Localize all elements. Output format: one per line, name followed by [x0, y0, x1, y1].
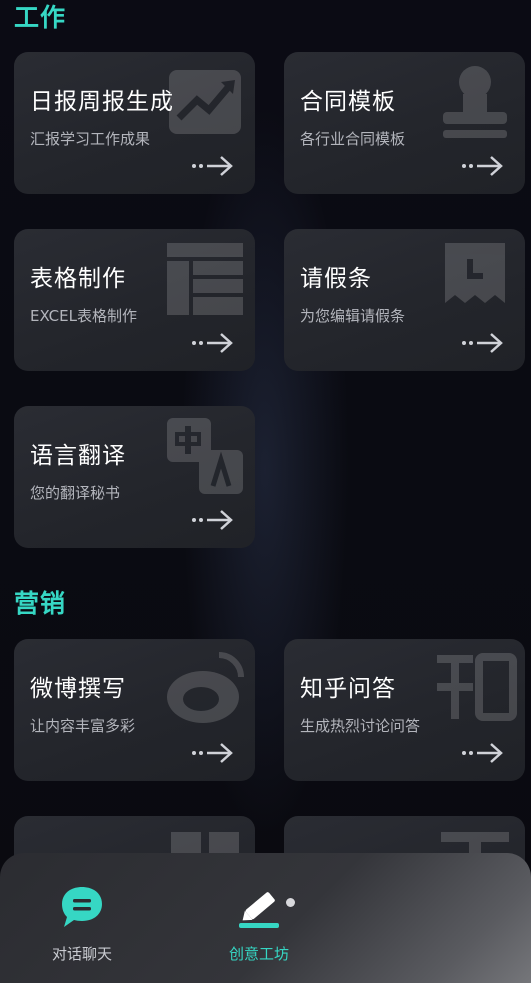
- creative-workshop-screen: 工作 日报周报生成 汇报学习工作成果 合同模板 各行业合同模板 表格制作 EXC…: [0, 0, 531, 983]
- card-title: 知乎问答: [300, 676, 396, 702]
- card-language-translation[interactable]: 语言翻译 您的翻译秘书: [14, 406, 255, 548]
- card-title: 表格制作: [30, 266, 126, 292]
- arrow-right-icon: [462, 333, 503, 353]
- card-subtitle: 汇报学习工作成果: [30, 130, 151, 148]
- zhihu-icon: [437, 653, 517, 721]
- tab-chat[interactable]: 对话聊天: [2, 853, 162, 983]
- card-subtitle: 让内容丰富多彩: [30, 717, 136, 735]
- card-leave-request[interactable]: 请假条 为您编辑请假条: [284, 229, 525, 371]
- arrow-right-icon: [192, 743, 233, 763]
- arrow-right-icon: [192, 510, 233, 530]
- arrow-right-icon: [192, 156, 233, 176]
- card-title: 微博撰写: [30, 676, 126, 702]
- calendar-note-icon: [445, 243, 505, 303]
- card-weibo-writing[interactable]: 微博撰写 让内容丰富多彩: [14, 639, 255, 781]
- weibo-icon: [167, 652, 244, 723]
- card-title: 合同模板: [300, 89, 396, 115]
- card-daily-weekly-report[interactable]: 日报周报生成 汇报学习工作成果: [14, 52, 255, 194]
- card-table-making[interactable]: 表格制作 EXCEL表格制作: [14, 229, 255, 371]
- card-contract-template[interactable]: 合同模板 各行业合同模板: [284, 52, 525, 194]
- card-subtitle: 您的翻译秘书: [30, 484, 121, 502]
- stamp-icon: [443, 66, 507, 138]
- section-title-work: 工作: [14, 3, 67, 32]
- card-subtitle: 为您编辑请假条: [300, 307, 406, 325]
- translate-icon: [167, 418, 243, 494]
- card-title: 语言翻译: [30, 443, 126, 469]
- card-subtitle: 各行业合同模板: [300, 130, 406, 148]
- section-title-marketing: 营销: [14, 589, 67, 618]
- card-subtitle: 生成热烈讨论问答: [300, 717, 421, 735]
- card-zhihu-qa[interactable]: 知乎问答 生成热烈讨论问答: [284, 639, 525, 781]
- chat-bubble-icon: [62, 887, 102, 927]
- notification-dot: [286, 898, 295, 907]
- arrow-right-icon: [462, 743, 503, 763]
- card-title: 日报周报生成: [30, 89, 174, 115]
- table-icon: [167, 243, 243, 315]
- arrow-right-icon: [462, 156, 503, 176]
- pen-icon: [239, 892, 279, 928]
- bottom-tab-bar: 对话聊天 创意工坊: [0, 853, 531, 983]
- tab-creative-label: 创意工坊: [228, 945, 289, 963]
- trend-chart-icon: [169, 70, 241, 134]
- card-title: 请假条: [300, 266, 372, 292]
- card-subtitle: EXCEL表格制作: [30, 307, 137, 325]
- tab-creative-workshop[interactable]: 创意工坊: [179, 853, 339, 983]
- arrow-right-icon: [192, 333, 233, 353]
- tab-chat-label: 对话聊天: [51, 945, 112, 963]
